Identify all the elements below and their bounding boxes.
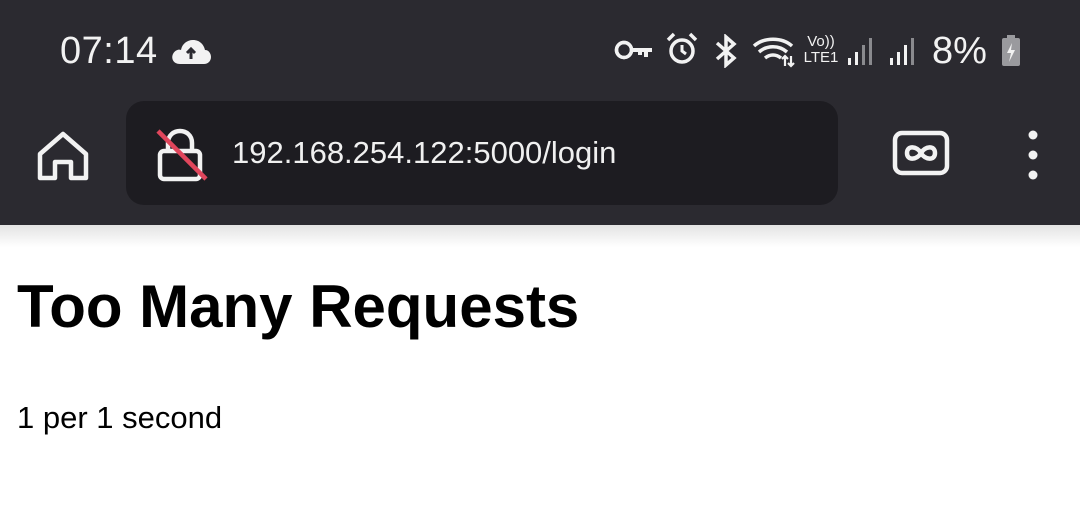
wifi-icon [752,34,796,73]
cloud-upload-icon [170,38,212,71]
volte-icon: Vo)) LTE1 [800,34,842,66]
bluetooth-icon [712,33,740,73]
vpn-key-icon [614,38,654,67]
more-options-button[interactable] [1016,128,1050,182]
page-title: Too Many Requests [17,273,580,340]
url-bar[interactable]: 192.168.254.122:5000/login [126,101,838,205]
reader-mode-icon [892,130,950,176]
signal-icon [888,36,918,71]
page-message: 1 per 1 second [17,400,223,435]
url-text[interactable]: 192.168.254.122:5000/login [232,135,616,171]
alarm-icon [666,32,698,71]
lock-slashed-icon[interactable] [154,127,210,188]
lte-label: LTE1 [803,49,839,66]
volte-label: Vo)) [807,33,835,50]
more-vert-icon [1028,130,1038,180]
battery-charging-icon [1000,34,1022,73]
toolbar-shadow [0,225,1080,247]
signal-icon [846,36,876,71]
status-bar: 07:14 Vo)) LTE1 8% [0,0,1080,100]
browser-toolbar: 192.168.254.122:5000/login [0,100,1080,225]
clock: 07:14 [60,30,158,72]
home-button[interactable] [34,128,92,184]
home-icon [37,131,89,181]
battery-percent: 8% [932,30,987,72]
reader-mode-button[interactable] [892,130,950,176]
